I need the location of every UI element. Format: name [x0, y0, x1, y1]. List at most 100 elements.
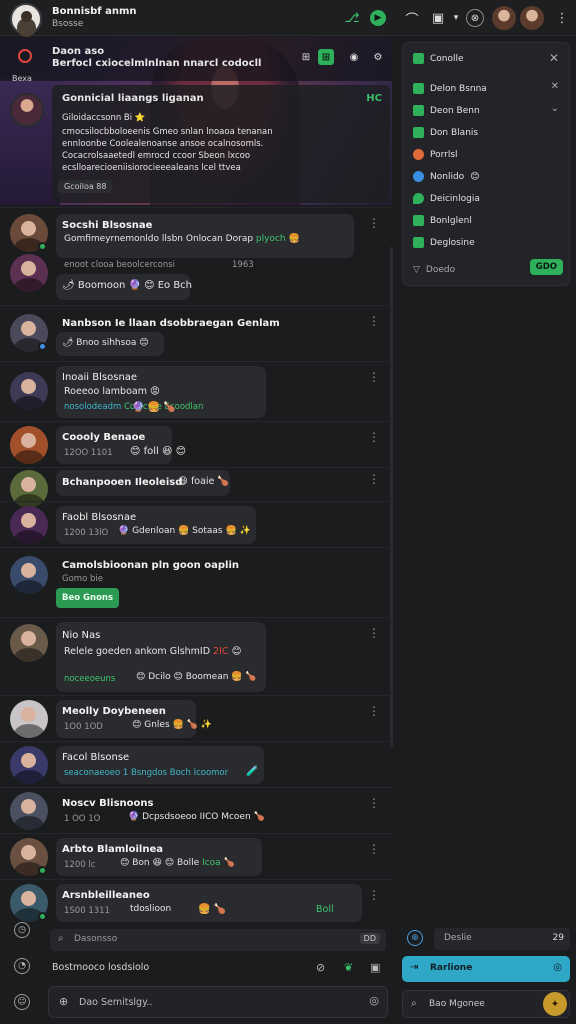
- leaf-icon[interactable]: ❦: [344, 961, 353, 974]
- panel-action-button[interactable]: GDO: [529, 259, 563, 275]
- more-options-icon[interactable]: ⋮: [368, 842, 380, 856]
- member-search-input[interactable]: Deslie 29: [434, 928, 570, 950]
- message-text: Roeeoo lamboam 😡: [64, 386, 160, 397]
- hero-banner: Daon aso Berfocl cxiocelmlnlnan nnarcl c…: [0, 37, 392, 205]
- online-indicator: [38, 242, 47, 251]
- panel-item[interactable]: Deglosine: [413, 237, 475, 248]
- chevron-down-icon[interactable]: ▾: [446, 8, 466, 28]
- history-icon[interactable]: ◷: [14, 922, 30, 938]
- more-options-icon[interactable]: ⋮: [368, 216, 380, 230]
- check-icon: [413, 215, 424, 226]
- attach-icon[interactable]: ⊘: [316, 961, 325, 974]
- search-icon: ⌕: [58, 933, 64, 944]
- banner-subtitle: Berfocl cxiocelmlnlnan nnarcl codocll: [52, 58, 262, 69]
- banner-card-pill[interactable]: Gcoiloa 88: [58, 180, 113, 193]
- avatar[interactable]: [10, 426, 48, 464]
- clock-icon[interactable]: ◔: [14, 958, 30, 974]
- sender-name: Socshi Blsosnae: [62, 220, 153, 231]
- link-icon[interactable]: ⌒: [402, 8, 422, 28]
- globe-icon[interactable]: ⊕: [407, 930, 423, 946]
- send-icon[interactable]: ◎: [369, 994, 379, 1007]
- app-subtitle: Bsosse: [52, 19, 84, 29]
- avatar[interactable]: [10, 556, 48, 594]
- panel-footer[interactable]: ▽ Doedo: [413, 265, 455, 275]
- primary-action-button[interactable]: ⇥ Rarlione ◎: [402, 956, 570, 982]
- online-indicator: [38, 912, 47, 921]
- image-icon[interactable]: ▣: [370, 961, 380, 974]
- green-button[interactable]: Beo Gnons: [56, 588, 120, 608]
- reactions[interactable]: 😊 Dcilo 😊 Boomean 🍔 🍗: [136, 672, 257, 682]
- search-placeholder: Dasonsso: [74, 934, 118, 944]
- search-input[interactable]: ⌕ Dasonsso DD: [50, 929, 386, 951]
- panel-item[interactable]: Don Blanis: [413, 127, 478, 138]
- reactions[interactable]: 🔮 Gdenloan 🍔 Sotaas 🍔 ✨: [118, 526, 251, 536]
- panel-item[interactable]: Nonlido 😊: [413, 171, 480, 182]
- avatar[interactable]: [10, 792, 48, 830]
- message-text: Relele goeden ankom GlshmID 2IC 😊: [64, 646, 242, 657]
- globe-icon: [413, 171, 424, 182]
- right-input[interactable]: ⌕ Bao Mgonee ✦: [402, 990, 570, 1018]
- banner-card-line: Cocacrolsaaetedl emrocd ccoor Sbeon lxco…: [62, 151, 251, 161]
- friend-avatar[interactable]: [520, 6, 544, 30]
- message-row: Camolsbioonan pln goon oaplin Gomo bie B…: [0, 547, 392, 617]
- more-options-icon[interactable]: ⋮: [368, 430, 380, 444]
- profile-avatar[interactable]: [10, 3, 42, 35]
- avatar[interactable]: [10, 624, 48, 662]
- reactions[interactable]: 😊 foll 😆 😊: [130, 446, 186, 457]
- panel-item[interactable]: Porrlsl: [413, 149, 458, 160]
- message-row: Faobl Blsosnae 1200 13lO 🔮 Gdenloan 🍔 So…: [0, 501, 392, 547]
- search-icon: ⌕: [411, 998, 417, 1009]
- reactions[interactable]: 🍔 🍗: [198, 904, 226, 915]
- banner-title: Daon aso: [52, 46, 105, 57]
- panel-item[interactable]: Deicinlogia: [413, 193, 480, 204]
- message-row: Nio Nas Relele goeden ankom GlshmID 2IC …: [0, 617, 392, 695]
- share-icon[interactable]: ⎇: [342, 8, 362, 28]
- app-title: Bonnisbf anmn: [52, 6, 137, 17]
- more-options-icon[interactable]: ⋮: [368, 626, 380, 640]
- banner-card-line: Giloidaccsonn Bi ⭐: [62, 113, 146, 123]
- avatar[interactable]: [10, 746, 48, 784]
- panel-item[interactable]: Bonlglenl: [413, 215, 472, 226]
- green-action-icon[interactable]: ⊞: [318, 49, 334, 65]
- reactions[interactable]: 🔮 Dcpsdsoeoo IICO Mcoen 🍗: [128, 812, 265, 822]
- coin-icon[interactable]: ✦: [543, 992, 567, 1016]
- avatar[interactable]: [10, 254, 48, 292]
- grid-icon[interactable]: ⊞: [298, 49, 314, 65]
- more-options-icon[interactable]: ⋮: [368, 888, 380, 902]
- banner-avatar[interactable]: [10, 93, 44, 127]
- more-icon[interactable]: ⋮: [552, 8, 572, 28]
- mic-icon[interactable]: ◉: [346, 49, 362, 65]
- bag-icon[interactable]: ▣: [428, 8, 448, 28]
- shield-icon: [413, 193, 424, 204]
- emoji-icon[interactable]: ☺: [14, 994, 30, 1010]
- avatar[interactable]: [10, 700, 48, 738]
- more-options-icon[interactable]: ⋮: [368, 704, 380, 718]
- close-icon[interactable]: ✕: [551, 81, 559, 92]
- more-options-icon[interactable]: ⋮: [368, 796, 380, 810]
- message-row: Inoaii Blsosnae Roeeoo lamboam 😡 nosolod…: [0, 361, 392, 421]
- settings-icon[interactable]: ⚙: [370, 49, 386, 65]
- panel-item[interactable]: Delon Bsnna: [413, 83, 487, 94]
- reactions[interactable]: 😊 Bon 😆 😊 Bolle Icoa 🍗: [120, 858, 235, 868]
- message-composer[interactable]: ⊕ Dao Semitslgy.. ◎: [48, 986, 388, 1018]
- reactions[interactable]: 😊 Gnles 🍔 🍗 ✨: [132, 720, 212, 730]
- panel-item[interactable]: Deon Benn: [413, 105, 480, 116]
- friend-avatar[interactable]: [492, 6, 516, 30]
- avatar[interactable]: [10, 372, 48, 410]
- message-row: Nanbson Ie llaan dsobbraegan Genlam 🌶 Bn…: [0, 305, 392, 361]
- reactions[interactable]: 🔮 🍔 🍗: [132, 402, 176, 413]
- avatar[interactable]: [10, 506, 48, 544]
- chevron-down-icon: ▽: [413, 265, 420, 275]
- reactions[interactable]: 🧪: [246, 766, 258, 777]
- more-options-icon[interactable]: ⋮: [368, 370, 380, 384]
- message-link: seaconaeoeo 1 Bsngdos Boch Icoomor: [64, 768, 229, 778]
- close-icon[interactable]: ✕: [549, 51, 559, 65]
- reactions[interactable]: 🌶 Boomoon 🔮 😊 Eo Bch: [62, 280, 192, 291]
- add-icon[interactable]: ⊕: [59, 995, 68, 1008]
- more-options-icon[interactable]: ⋮: [368, 314, 380, 328]
- play-icon[interactable]: ▶: [370, 10, 386, 26]
- chevron-down-icon[interactable]: ⌄: [551, 103, 559, 114]
- reactions[interactable]: 🌶 Bnoo sihhsoa 😊: [62, 338, 149, 348]
- compass-icon[interactable]: ⊗: [466, 9, 484, 27]
- more-options-icon[interactable]: ⋮: [368, 472, 380, 486]
